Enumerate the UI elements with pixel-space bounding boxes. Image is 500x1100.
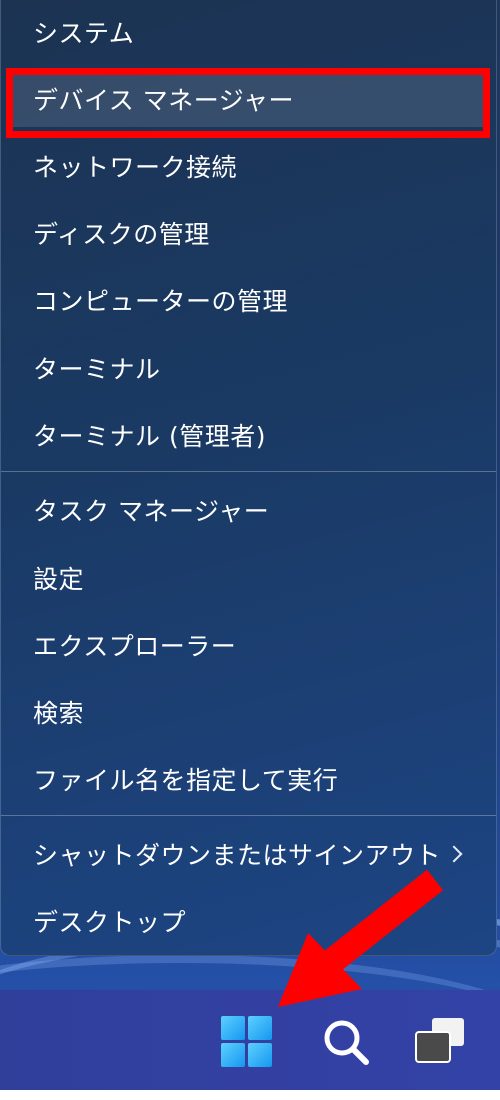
menu-divider bbox=[1, 471, 496, 472]
menu-item-label: 検索 bbox=[33, 699, 85, 728]
task-view-button[interactable] bbox=[412, 1014, 470, 1066]
annotation-highlight-box bbox=[6, 68, 490, 138]
menu-item-label: ディスクの管理 bbox=[33, 220, 210, 249]
menu-item-file-explorer[interactable]: エクスプローラー bbox=[7, 617, 490, 673]
menu-divider bbox=[1, 815, 496, 816]
menu-item-terminal-admin[interactable]: ターミナル (管理者) bbox=[7, 407, 490, 463]
search-icon bbox=[324, 1020, 369, 1065]
menu-item-label: ネットワーク接続 bbox=[33, 153, 238, 182]
menu-item-label: 設定 bbox=[33, 565, 85, 594]
start-button[interactable] bbox=[221, 1016, 273, 1068]
menu-item-label: デスクトップ bbox=[33, 908, 187, 937]
menu-item-system[interactable]: システム bbox=[7, 4, 490, 60]
menu-item-disk-management[interactable]: ディスクの管理 bbox=[7, 205, 490, 261]
menu-item-label: タスク マネージャー bbox=[33, 497, 270, 526]
bottom-strip bbox=[0, 1090, 500, 1100]
annotation-arrow bbox=[278, 869, 444, 1007]
menu-item-label: ターミナル (管理者) bbox=[33, 422, 266, 451]
menu-item-computer-management[interactable]: コンピューターの管理 bbox=[7, 272, 490, 328]
task-view-icon bbox=[415, 1018, 464, 1063]
menu-item-label: コンピューターの管理 bbox=[33, 287, 289, 316]
menu-item-network-connections[interactable]: ネットワーク接続 bbox=[7, 138, 490, 194]
start-context-menu: システム デバイス マネージャー ネットワーク接続 ディスクの管理 コンピュータ… bbox=[0, 0, 497, 956]
menu-item-label: エクスプローラー bbox=[33, 632, 237, 661]
menu-item-search[interactable]: 検索 bbox=[7, 684, 490, 740]
menu-item-label: システム bbox=[33, 19, 135, 48]
menu-item-run[interactable]: ファイル名を指定して実行 bbox=[7, 751, 490, 807]
menu-item-label: ファイル名を指定して実行 bbox=[33, 766, 339, 795]
menu-item-label: ターミナル bbox=[33, 355, 161, 384]
chevron-right-icon bbox=[445, 845, 463, 863]
taskbar-search-button[interactable] bbox=[318, 1014, 374, 1070]
menu-item-settings[interactable]: 設定 bbox=[7, 550, 490, 606]
menu-item-task-manager[interactable]: タスク マネージャー bbox=[7, 482, 490, 538]
menu-item-terminal[interactable]: ターミナル bbox=[7, 340, 490, 396]
